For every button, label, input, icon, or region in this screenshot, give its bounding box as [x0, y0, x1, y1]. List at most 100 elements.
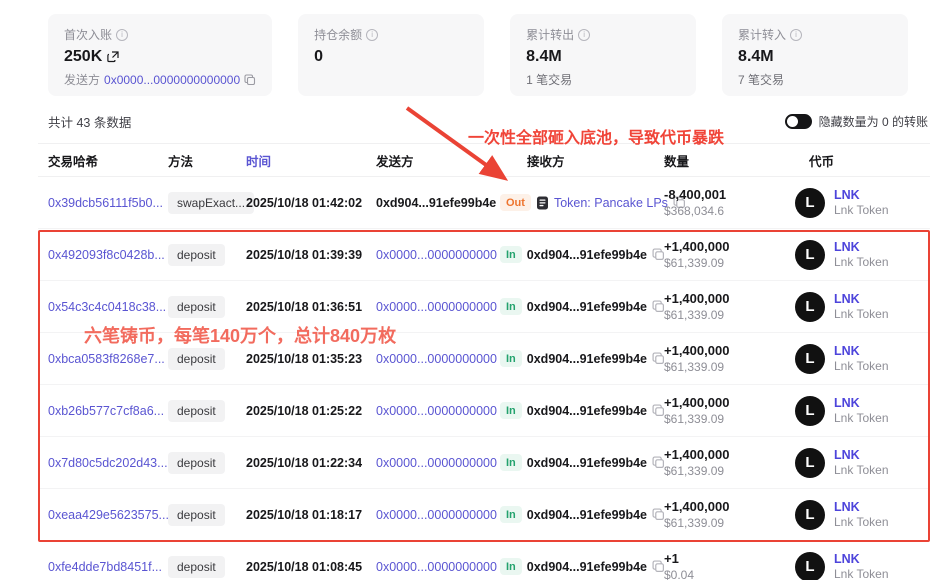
info-icon[interactable]: i — [366, 29, 378, 41]
token-symbol-link[interactable]: LNK — [834, 292, 889, 306]
header-receiver[interactable]: 接收方 — [500, 151, 664, 170]
amount-value: +1,400,000 — [664, 499, 790, 514]
direction-badge: Out — [500, 194, 531, 211]
token-symbol-link[interactable]: LNK — [834, 552, 889, 566]
direction-badge: In — [500, 298, 522, 315]
card-total-in: 累计转入 i 8.4M 7 笔交易 — [722, 14, 908, 96]
token-logo: L — [795, 292, 825, 322]
token-symbol-link[interactable]: LNK — [834, 240, 889, 254]
amount-usd: $61,339.09 — [664, 360, 790, 374]
header-sender[interactable]: 发送方 — [376, 151, 500, 170]
receiver-address[interactable]: 0xd904...91efe99b4e — [527, 560, 647, 574]
amount-usd: $61,339.09 — [664, 412, 790, 426]
tx-hash-link[interactable]: 0x492093f8c0428b... — [48, 248, 168, 262]
token-name: Lnk Token — [834, 567, 889, 580]
method-pill[interactable]: deposit — [168, 244, 225, 266]
amount-usd: $61,339.09 — [664, 308, 790, 322]
direction-badge: In — [500, 558, 522, 575]
token-logo: L — [795, 500, 825, 530]
header-amount[interactable]: 数量 — [664, 151, 790, 170]
sender-address[interactable]: 0x0000...0000000000 — [376, 404, 497, 418]
direction-badge: In — [500, 454, 522, 471]
sender-address[interactable]: 0x0000...0000000000 — [376, 560, 497, 574]
direction-badge: In — [500, 246, 522, 263]
tx-hash-link[interactable]: 0xb26b577c7cf8a6... — [48, 404, 168, 418]
method-pill[interactable]: deposit — [168, 348, 225, 370]
card-value: 8.4M — [738, 48, 774, 66]
card-sub: 1 笔交易 — [526, 71, 572, 88]
token-name: Lnk Token — [834, 255, 889, 269]
receiver-address[interactable]: Token: Pancake LPs — [554, 196, 668, 210]
token-symbol-link[interactable]: LNK — [834, 448, 889, 462]
token-logo: L — [795, 240, 825, 270]
tx-hash-link[interactable]: 0x39dcb56111f5b0... — [48, 196, 168, 210]
table-row: 0xeaa429e5623575... deposit 2025/10/18 0… — [38, 489, 930, 541]
sender-address[interactable]: 0x0000...0000000000 — [376, 508, 497, 522]
tx-hash-link[interactable]: 0x7d80c5dc202d43... — [48, 456, 168, 470]
card-label: 累计转入 — [738, 26, 786, 43]
method-pill[interactable]: deposit — [168, 400, 225, 422]
sender-address[interactable]: 0x0000...0000000000 — [376, 248, 497, 262]
method-pill[interactable]: deposit — [168, 504, 225, 526]
sender-address[interactable]: 0x0000...0000000000 — [376, 352, 497, 366]
receiver-address[interactable]: 0xd904...91efe99b4e — [527, 456, 647, 470]
amount-usd: $0.04 — [664, 568, 790, 580]
toggle-knob — [787, 116, 798, 127]
header-method[interactable]: 方法 — [168, 151, 246, 170]
header-time[interactable]: 时间 — [246, 151, 376, 170]
card-value: 8.4M — [526, 48, 562, 66]
tx-hash-link[interactable]: 0xeaa429e5623575... — [48, 508, 168, 522]
sender-prefix: 发送方 — [64, 71, 100, 88]
card-first-deposit: 首次入账i 250K 发送方 0x0000...0000000000000 — [48, 14, 272, 96]
sender-address-link[interactable]: 0x0000...0000000000000 — [104, 73, 240, 87]
copy-icon[interactable] — [244, 74, 256, 86]
receiver-address[interactable]: 0xd904...91efe99b4e — [527, 508, 647, 522]
receiver-address[interactable]: 0xd904...91efe99b4e — [527, 248, 647, 262]
token-symbol-link[interactable]: LNK — [834, 188, 889, 202]
token-name: Lnk Token — [834, 411, 889, 425]
amount-usd: $368,034.6 — [664, 204, 790, 218]
token-logo: L — [795, 552, 825, 580]
token-symbol-link[interactable]: LNK — [834, 500, 889, 514]
method-pill[interactable]: deposit — [168, 556, 225, 578]
method-pill[interactable]: swapExact... — [168, 192, 254, 214]
info-icon[interactable]: i — [116, 29, 128, 41]
tx-hash-link[interactable]: 0xbca0583f8268e7... — [48, 352, 168, 366]
external-link-icon[interactable] — [107, 51, 119, 63]
tx-time: 2025/10/18 01:25:22 — [246, 404, 376, 418]
receiver-address[interactable]: 0xd904...91efe99b4e — [527, 352, 647, 366]
token-logo: L — [795, 188, 825, 218]
method-pill[interactable]: deposit — [168, 452, 225, 474]
hide-zero-toggle[interactable] — [785, 114, 812, 129]
record-count: 共计 43 条数据 — [48, 112, 131, 131]
card-total-out: 累计转出i 8.4M 1 笔交易 — [510, 14, 696, 96]
tx-hash-link[interactable]: 0x54c3c4c0418c38... — [48, 300, 168, 314]
tx-time: 2025/10/18 01:18:17 — [246, 508, 376, 522]
sender-address[interactable]: 0xd904...91efe99b4e — [376, 196, 496, 210]
table-row: 0xfe4dde7bd8451f... deposit 2025/10/18 0… — [38, 541, 930, 580]
token-logo: L — [795, 344, 825, 374]
sender-address[interactable]: 0x0000...0000000000 — [376, 456, 497, 470]
info-icon[interactable]: i — [578, 29, 590, 41]
stat-cards: 首次入账i 250K 发送方 0x0000...0000000000000 持仓… — [48, 14, 908, 96]
amount-value: +1,400,000 — [664, 395, 790, 410]
token-name: Lnk Token — [834, 359, 889, 373]
receiver-address[interactable]: 0xd904...91efe99b4e — [527, 404, 647, 418]
tx-hash-link[interactable]: 0xfe4dde7bd8451f... — [48, 560, 168, 574]
card-value: 0 — [314, 48, 323, 66]
header-hash[interactable]: 交易哈希 — [48, 151, 168, 170]
tx-time: 2025/10/18 01:08:45 — [246, 560, 376, 574]
token-name: Lnk Token — [834, 463, 889, 477]
direction-badge: In — [500, 402, 522, 419]
receiver-address[interactable]: 0xd904...91efe99b4e — [527, 300, 647, 314]
sender-address[interactable]: 0x0000...0000000000 — [376, 300, 497, 314]
info-icon[interactable]: i — [790, 29, 802, 41]
token-symbol-link[interactable]: LNK — [834, 344, 889, 358]
header-token[interactable]: 代币 — [790, 151, 930, 170]
table-row: 0x39dcb56111f5b0... swapExact... 2025/10… — [38, 177, 930, 229]
method-pill[interactable]: deposit — [168, 296, 225, 318]
token-symbol-link[interactable]: LNK — [834, 396, 889, 410]
tx-time: 2025/10/18 01:36:51 — [246, 300, 376, 314]
card-sub: 7 笔交易 — [738, 71, 784, 88]
transfer-table: 交易哈希 方法 时间 发送方 接收方 数量 代币 0x39dcb56111f5b… — [38, 144, 930, 580]
